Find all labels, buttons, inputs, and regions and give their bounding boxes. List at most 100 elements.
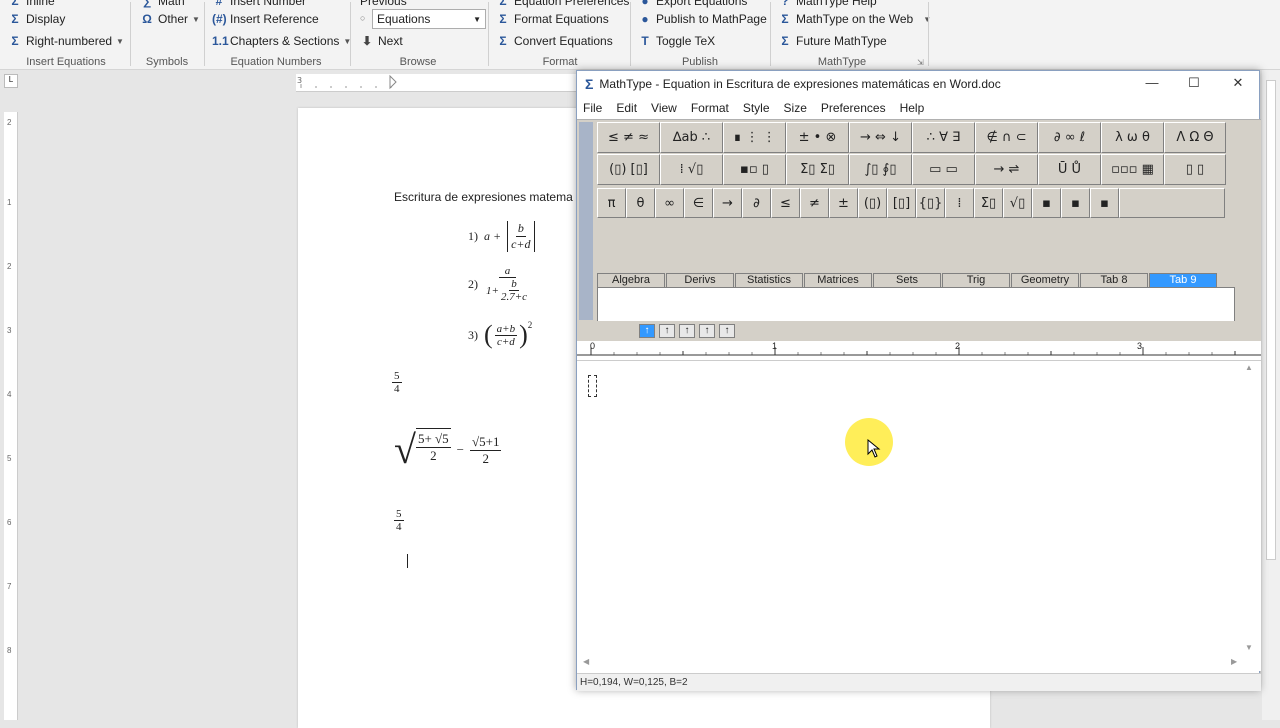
scroll-up-icon[interactable]: ▲ xyxy=(1245,363,1253,372)
box-templates-button[interactable]: ▯ ▯ xyxy=(1164,154,1226,185)
export-equations-button[interactable]: ● Export Equations xyxy=(638,0,747,8)
scroll-left-icon[interactable]: ◀ xyxy=(583,657,589,666)
size-sub-button[interactable]: ↑ xyxy=(659,324,675,338)
superscript-template-button[interactable]: ▪ xyxy=(1032,188,1061,218)
sum-template-button[interactable]: Σ▯ xyxy=(974,188,1003,218)
pi-symbol-button[interactable]: π xyxy=(597,188,626,218)
tab-9[interactable]: Tab 9 xyxy=(1149,273,1217,287)
chapters-sections-button[interactable]: 1.1 Chapters & Sections ▼ xyxy=(212,34,351,48)
tab-algebra[interactable]: Algebra xyxy=(597,273,665,287)
menu-help[interactable]: Help xyxy=(900,101,925,115)
tab-8[interactable]: Tab 8 xyxy=(1080,273,1148,287)
subscript-templates-button[interactable]: ▪▫ ▯ xyxy=(723,154,786,185)
toggle-tex-button[interactable]: T Toggle TeX xyxy=(638,34,715,48)
parens-template-button[interactable]: (▯) xyxy=(858,188,887,218)
close-button[interactable]: ✕ xyxy=(1223,75,1253,93)
publish-mathpage-button[interactable]: ● Publish to MathPage xyxy=(638,12,766,26)
sets-palette-button[interactable]: ∉ ∩ ⊂ xyxy=(975,122,1038,153)
integral-templates-button[interactable]: ∫▯ ∮▯ xyxy=(849,154,912,185)
insert-reference-button[interactable]: (#) Insert Reference xyxy=(212,12,319,26)
fraction-2[interactable]: 54 xyxy=(394,508,404,533)
greek-lower-palette-button[interactable]: λ ω θ xyxy=(1101,122,1164,153)
spaces-palette-button[interactable]: ∆ab ∴ xyxy=(660,122,723,153)
summation-templates-button[interactable]: Σ▯ Σ▯ xyxy=(786,154,849,185)
dialog-launcher-icon[interactable]: ⇲ xyxy=(917,58,924,67)
other-symbols-button[interactable]: Ω Other ▼ xyxy=(140,12,200,26)
misc-palette-button[interactable]: ∂ ∞ ℓ xyxy=(1038,122,1101,153)
menu-format[interactable]: Format xyxy=(691,101,729,115)
equation-preferences-button[interactable]: Σ Equation Preferences xyxy=(496,0,629,8)
format-equations-button[interactable]: Σ Format Equations xyxy=(496,12,608,26)
empty-slot-placeholder[interactable] xyxy=(588,375,597,397)
embellishments-palette-button[interactable]: ∎ ⋮ ⋮ xyxy=(723,122,786,153)
minimize-button[interactable]: — xyxy=(1137,75,1167,93)
tab-sets[interactable]: Sets xyxy=(873,273,941,287)
convert-equations-button[interactable]: Σ Convert Equations xyxy=(496,34,612,48)
editor-hscroll[interactable]: ◀ ▶ xyxy=(581,657,1241,669)
theta-symbol-button[interactable]: θ xyxy=(626,188,655,218)
menu-edit[interactable]: Edit xyxy=(616,101,637,115)
menu-style[interactable]: Style xyxy=(743,101,770,115)
tab-derivs[interactable]: Derivs xyxy=(666,273,734,287)
scroll-right-icon[interactable]: ▶ xyxy=(1231,657,1237,666)
future-mathtype-button[interactable]: Σ Future MathType xyxy=(778,34,886,48)
element-of-symbol-button[interactable]: ∈ xyxy=(684,188,713,218)
menu-file[interactable]: File xyxy=(583,101,602,115)
arrows-palette-button[interactable]: → ⇔ ↓ xyxy=(849,122,912,153)
leq-symbol-button[interactable]: ≤ xyxy=(771,188,800,218)
infinity-symbol-button[interactable]: ∞ xyxy=(655,188,684,218)
browse-select[interactable]: Equations ▼ xyxy=(372,9,486,29)
equation-editor[interactable]: ▲ ▼ ◀ ▶ xyxy=(577,361,1261,671)
relations-palette-button[interactable]: ≤ ≠ ≈ xyxy=(597,122,660,153)
mathtype-window[interactable]: Σ MathType - Equation in Escritura de ex… xyxy=(576,70,1261,691)
next-button[interactable]: ⬇ Next xyxy=(360,34,403,48)
neq-symbol-button[interactable]: ≠ xyxy=(800,188,829,218)
document-scrollbar[interactable] xyxy=(1262,70,1280,720)
toolbar-grip[interactable] xyxy=(579,122,593,320)
logic-palette-button[interactable]: ∴ ∀ ∃ xyxy=(912,122,975,153)
underbar-templates-button[interactable]: ▭ ▭ xyxy=(912,154,975,185)
fraction-template-button[interactable]: ⁞ xyxy=(945,188,974,218)
size-subsymbol-button[interactable]: ↑ xyxy=(719,324,735,338)
subscript-template-button[interactable]: ▪ xyxy=(1061,188,1090,218)
radical-expression[interactable]: √ 5+ √5 2 − √5+1 2 xyxy=(394,428,502,472)
size-subsub-button[interactable]: ↑ xyxy=(679,324,695,338)
products-templates-button[interactable]: Ū Ů xyxy=(1038,154,1101,185)
tab-selector[interactable]: L xyxy=(4,74,18,88)
menu-view[interactable]: View xyxy=(651,101,677,115)
sqrt-template-button[interactable]: √▯ xyxy=(1003,188,1032,218)
arrow-symbol-button[interactable]: → xyxy=(713,188,742,218)
previous-button[interactable]: Previous xyxy=(360,0,407,8)
plusminus-symbol-button[interactable]: ± xyxy=(829,188,858,218)
right-numbered-button[interactable]: Σ Right-numbered ▼ xyxy=(8,34,124,48)
equation-3[interactable]: 3) ( a+b c+d ) 2 xyxy=(468,320,532,350)
display-button[interactable]: Σ Display xyxy=(8,12,65,26)
labeled-arrow-templates-button[interactable]: → ⇌ xyxy=(975,154,1038,185)
editor-vscroll[interactable]: ▲ ▼ xyxy=(1243,363,1255,653)
equation-1[interactable]: 1) a + b c+d xyxy=(468,221,535,252)
fraction-1[interactable]: 54 xyxy=(392,370,402,395)
scroll-thumb[interactable] xyxy=(1266,80,1276,560)
equation-2[interactable]: 2) a 1+ b 2.7+c xyxy=(468,265,531,303)
insert-number-button[interactable]: # Insert Number xyxy=(212,0,306,8)
matrix-templates-button[interactable]: ▫▫▫ ▦ xyxy=(1101,154,1164,185)
partial-symbol-button[interactable]: ∂ xyxy=(742,188,771,218)
braces-template-button[interactable]: {▯} xyxy=(916,188,945,218)
tab-trig[interactable]: Trig xyxy=(942,273,1010,287)
mathtype-web-button[interactable]: ΣMathType on the Web▼ xyxy=(778,12,931,26)
menu-preferences[interactable]: Preferences xyxy=(821,101,886,115)
size-symbol-button[interactable]: ↑ xyxy=(699,324,715,338)
tab-geometry[interactable]: Geometry xyxy=(1011,273,1079,287)
tab-matrices[interactable]: Matrices xyxy=(804,273,872,287)
greek-upper-palette-button[interactable]: Λ Ω Θ xyxy=(1164,122,1226,153)
brackets-template-button[interactable]: [▯] xyxy=(887,188,916,218)
fence-templates-button[interactable]: (▯) [▯] xyxy=(597,154,660,185)
mathtype-help-button[interactable]: ? MathType Help xyxy=(778,0,876,8)
operators-palette-button[interactable]: ± • ⊗ xyxy=(786,122,849,153)
inline-button[interactable]: Σ Inline xyxy=(8,0,54,8)
math-button[interactable]: ∑ Math xyxy=(140,0,185,8)
tab-statistics[interactable]: Statistics xyxy=(735,273,803,287)
menu-size[interactable]: Size xyxy=(784,101,807,115)
subsup-template-button[interactable]: ▪ xyxy=(1090,188,1119,218)
maximize-button[interactable]: ☐ xyxy=(1179,75,1209,93)
